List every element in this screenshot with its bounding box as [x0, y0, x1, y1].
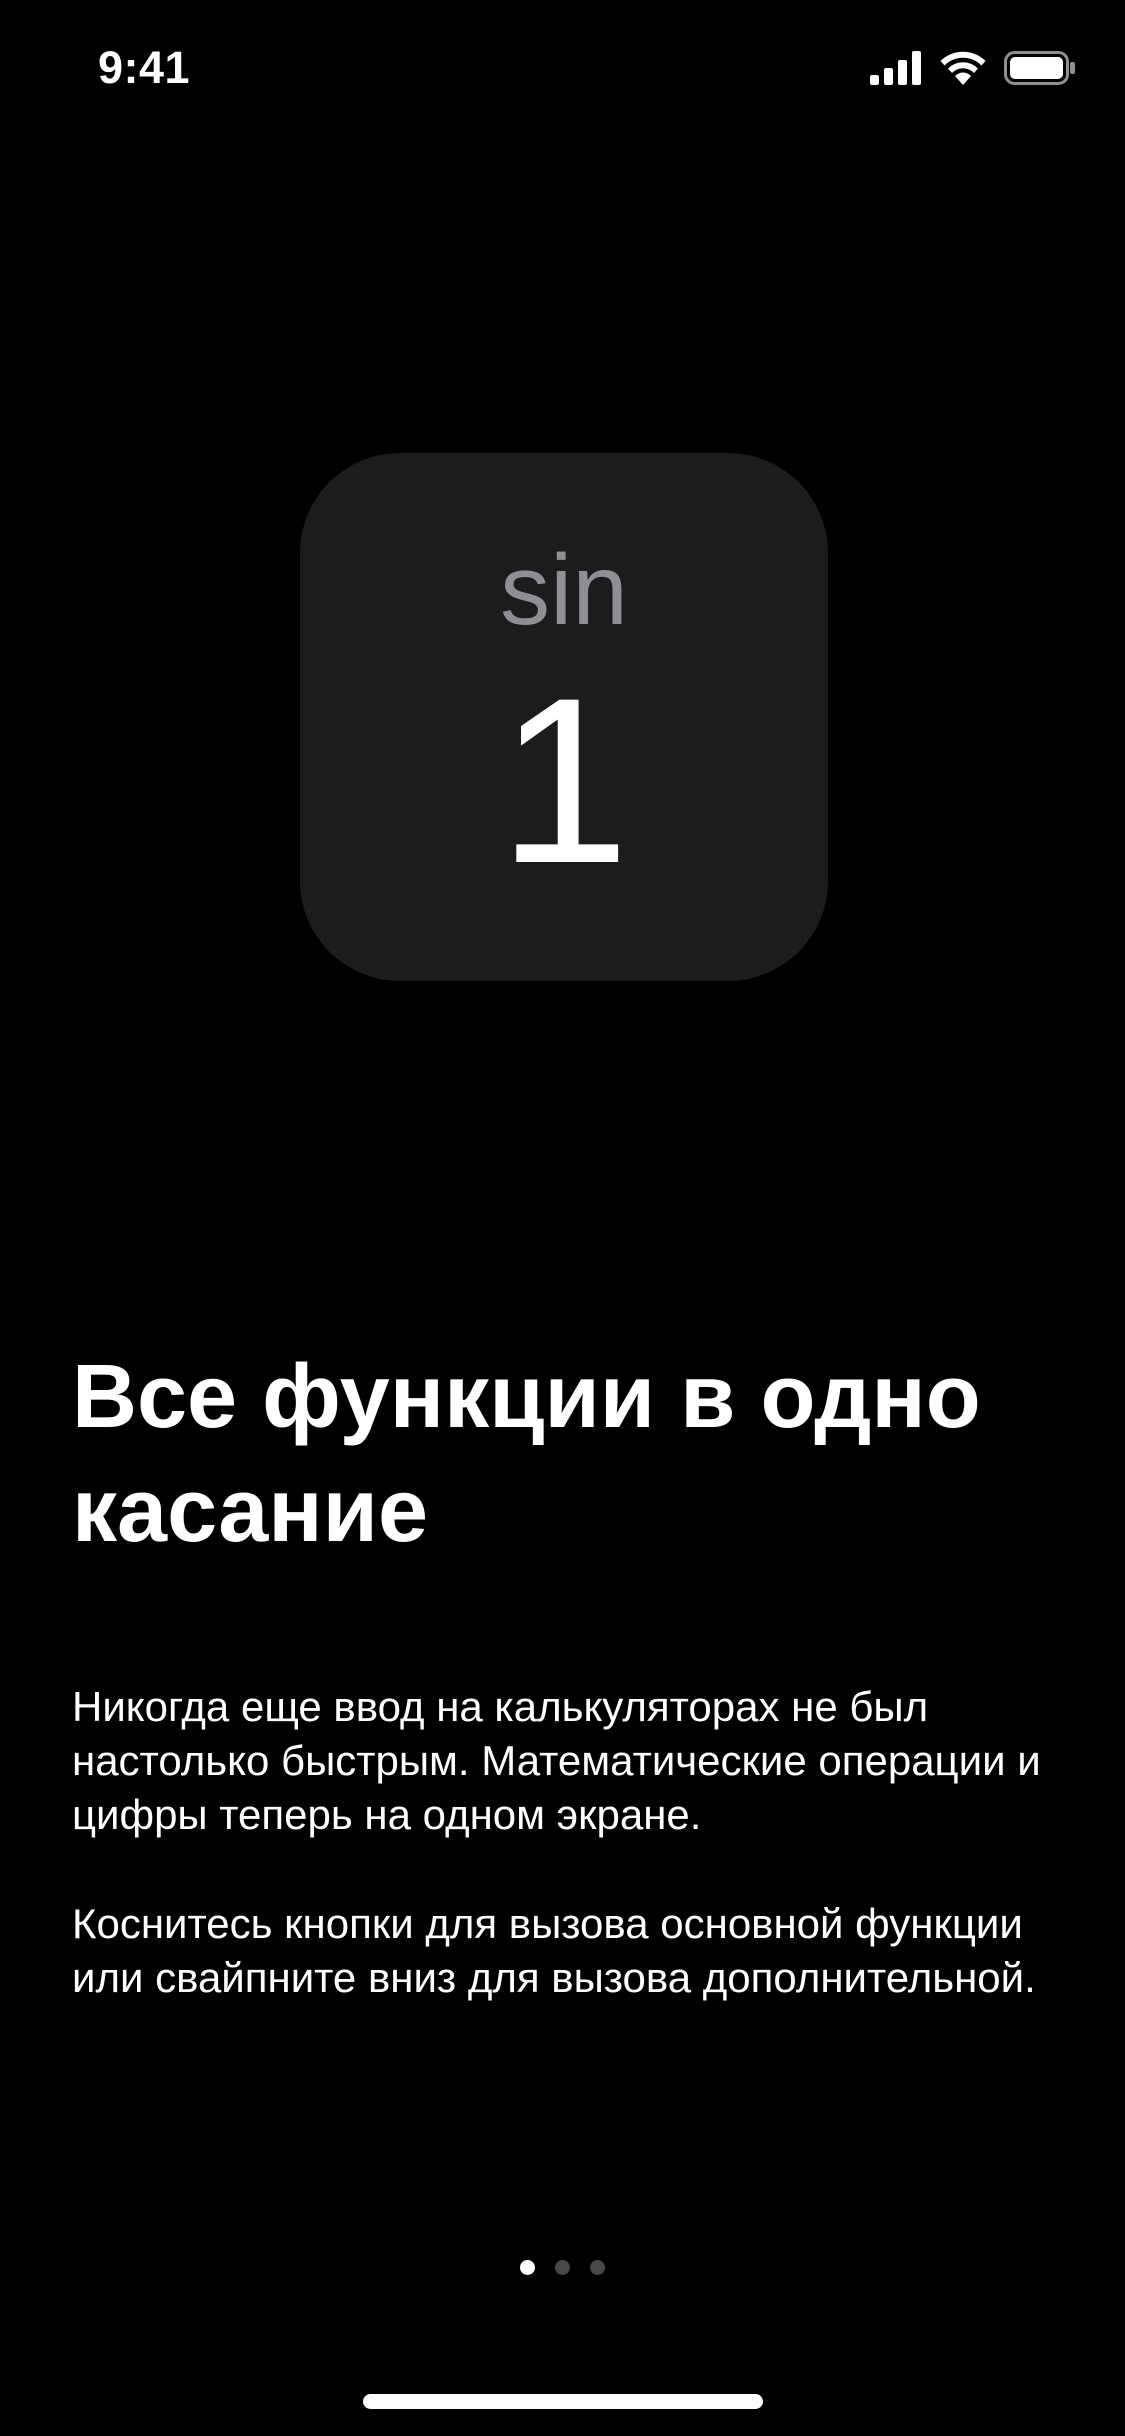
onboarding-paragraph: Коснитесь кнопки для вызова основной фун… [72, 1900, 1036, 2001]
wifi-icon [940, 51, 986, 85]
page-indicator[interactable] [0, 2258, 1125, 2276]
status-icons [870, 48, 1076, 88]
home-indicator[interactable] [363, 2394, 763, 2409]
battery-icon [1004, 51, 1076, 85]
status-time: 9:41 [98, 42, 191, 93]
page-dot-2[interactable] [555, 2259, 570, 2275]
key-primary-label: 1 [498, 649, 630, 913]
page-dot-1[interactable] [520, 2259, 535, 2275]
cellular-signal-icon [870, 51, 922, 85]
page-dot-3[interactable] [590, 2259, 605, 2275]
key-preview-tile: sin 1 [300, 453, 828, 981]
onboarding-paragraph: Никогда еще ввод на калькуляторах не был… [72, 1683, 1041, 1838]
key-secondary-label: sin [500, 534, 628, 646]
onboarding-title: Все функции в одно касание [72, 1347, 981, 1561]
status-bar: 9:41 [0, 0, 1125, 132]
